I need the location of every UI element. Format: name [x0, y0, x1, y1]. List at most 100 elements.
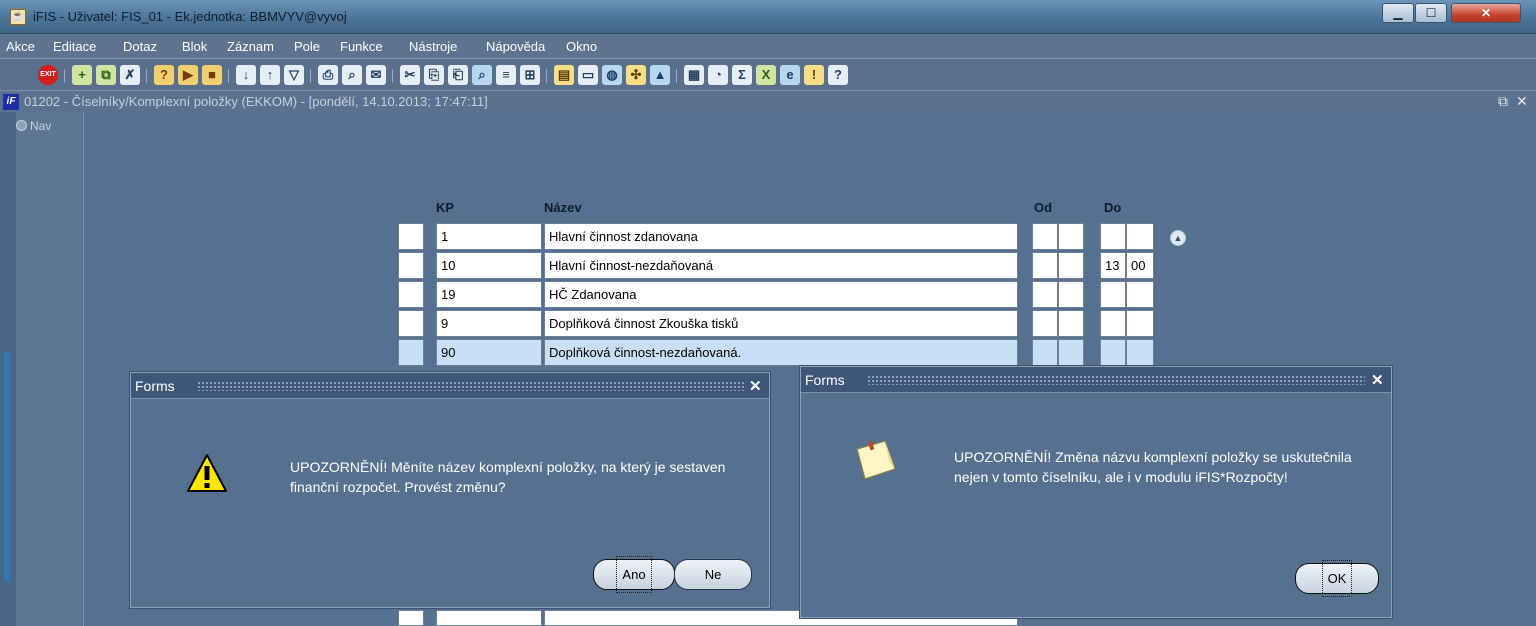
execute-query-icon[interactable]: ▶	[178, 65, 198, 85]
sum-icon[interactable]: Σ	[732, 65, 752, 85]
record-indicator[interactable]	[398, 310, 424, 337]
record-indicator[interactable]	[398, 223, 424, 250]
ok-button[interactable]: OK	[1295, 560, 1379, 597]
do-field[interactable]	[1126, 339, 1154, 366]
close-icon[interactable]: ✕	[1371, 371, 1384, 389]
nazev-field[interactable]: HČ Zdanovana	[544, 281, 1018, 308]
kp-field[interactable]: 1	[436, 223, 542, 250]
do-field[interactable]	[1100, 310, 1126, 337]
record-indicator[interactable]	[398, 610, 424, 626]
record-indicator[interactable]	[398, 339, 424, 366]
copy-icon[interactable]: ⎘	[424, 65, 444, 85]
globe-icon[interactable]: ◍	[602, 65, 622, 85]
network-icon[interactable]: ✣	[626, 65, 646, 85]
record-indicator[interactable]	[398, 281, 424, 308]
sort-asc-icon[interactable]: ↓	[236, 65, 256, 85]
toolbar-separator	[546, 69, 547, 83]
od-field[interactable]	[1058, 223, 1084, 250]
do-field[interactable]	[1126, 223, 1154, 250]
filter-icon[interactable]: ▽	[284, 65, 304, 85]
dialog-titlebar: Forms ✕	[131, 373, 769, 399]
menu-napoveda[interactable]: Nápověda	[486, 39, 545, 54]
do-field[interactable]	[1126, 281, 1154, 308]
kp-field[interactable]: 19	[436, 281, 542, 308]
close-form-icon[interactable]: ✕	[1516, 93, 1528, 110]
menu-pole[interactable]: Pole	[294, 39, 320, 54]
column-header-nazev: Název	[544, 200, 582, 215]
calculator-icon[interactable]: ◔	[708, 65, 728, 85]
nazev-field[interactable]: Hlavní činnost zdanovana	[544, 223, 1018, 250]
menu-okno[interactable]: Okno	[566, 39, 597, 54]
tree-icon[interactable]: ⊞	[520, 65, 540, 85]
nazev-field[interactable]: Doplňková činnost-nezdaňovaná.	[544, 339, 1018, 366]
triangle-icon[interactable]: ▲	[650, 65, 670, 85]
do-field[interactable]	[1126, 310, 1154, 337]
paste-icon[interactable]: ⎗	[448, 65, 468, 85]
confirm-dialog: Forms ✕ UPOZORNĚNÍ! Měníte název komplex…	[130, 372, 770, 608]
od-field[interactable]	[1058, 310, 1084, 337]
search-icon[interactable]: ⌕	[472, 65, 492, 85]
nav-radio[interactable]	[16, 120, 27, 131]
od-field[interactable]	[1032, 223, 1058, 250]
restore-form-icon[interactable]: ⧉	[1498, 93, 1508, 110]
do-field[interactable]	[1100, 281, 1126, 308]
maximize-button[interactable]: ☐	[1415, 3, 1447, 23]
menu-nastroje[interactable]: Nástroje	[409, 39, 457, 54]
excel-icon[interactable]: X	[756, 65, 776, 85]
od-field[interactable]	[1032, 339, 1058, 366]
kp-field[interactable]	[436, 610, 542, 626]
close-icon[interactable]: ✕	[749, 377, 762, 395]
yes-button[interactable]: Ano	[593, 556, 675, 593]
form-icon[interactable]: ▭	[578, 65, 598, 85]
print-icon[interactable]: ⎙	[318, 65, 338, 85]
menu-blok[interactable]: Blok	[182, 39, 207, 54]
minimize-button[interactable]: ▁	[1382, 3, 1414, 23]
kp-field[interactable]: 9	[436, 310, 542, 337]
do-field[interactable]: 00	[1126, 252, 1154, 279]
od-field[interactable]	[1058, 339, 1084, 366]
record-indicator[interactable]	[398, 252, 424, 279]
do-field[interactable]	[1100, 223, 1126, 250]
nazev-field[interactable]: Hlavní činnost-nezdaňovaná	[544, 252, 1018, 279]
cut-icon[interactable]: ✂	[400, 65, 420, 85]
sort-desc-icon[interactable]: ↑	[260, 65, 280, 85]
browser-icon[interactable]: e	[780, 65, 800, 85]
menu-dotaz[interactable]: Dotaz	[123, 39, 157, 54]
scroll-up-icon[interactable]: ▲	[1170, 230, 1186, 246]
od-field[interactable]	[1032, 252, 1058, 279]
dialog-title: Forms	[805, 372, 845, 388]
menu-editace[interactable]: Editace	[53, 39, 96, 54]
delete-record-icon[interactable]: ✗	[120, 65, 140, 85]
mail-icon[interactable]: ✉	[366, 65, 386, 85]
od-field[interactable]	[1058, 281, 1084, 308]
duplicate-record-icon[interactable]: ⧉	[96, 65, 116, 85]
cancel-query-icon[interactable]: ■	[202, 65, 222, 85]
no-button[interactable]: Ne	[674, 559, 752, 590]
dialog-drag-handle[interactable]	[867, 375, 1365, 385]
menu-akce[interactable]: Akce	[6, 39, 35, 54]
menu-funkce[interactable]: Funkce	[340, 39, 383, 54]
kp-field[interactable]: 90	[436, 339, 542, 366]
enter-query-icon[interactable]: ?	[154, 65, 174, 85]
print-preview-icon[interactable]: ⌕	[342, 65, 362, 85]
report-icon[interactable]: ▤	[554, 65, 574, 85]
do-field[interactable]	[1100, 339, 1126, 366]
dialog-drag-handle[interactable]	[197, 381, 745, 391]
kp-field[interactable]: 10	[436, 252, 542, 279]
list-icon[interactable]: ≡	[496, 65, 516, 85]
user-help-icon[interactable]: !	[804, 65, 824, 85]
toolbar-separator	[676, 69, 677, 83]
menu-zaznam[interactable]: Záznam	[227, 39, 274, 54]
od-field[interactable]	[1032, 310, 1058, 337]
do-field[interactable]: 13	[1100, 252, 1126, 279]
dialog-message: UPOZORNĚNÍ! Změna názvu komplexní položk…	[954, 449, 1352, 485]
od-field[interactable]	[1058, 252, 1084, 279]
warning-icon	[187, 454, 227, 492]
insert-record-icon[interactable]: +	[72, 65, 92, 85]
help-icon[interactable]: ?	[828, 65, 848, 85]
close-window-button[interactable]: ✕	[1451, 3, 1521, 23]
od-field[interactable]	[1032, 281, 1058, 308]
chart-icon[interactable]: ▦	[684, 65, 704, 85]
exit-icon[interactable]: EXIT	[38, 65, 58, 85]
nazev-field[interactable]: Doplňková činnost Zkouška tisků	[544, 310, 1018, 337]
